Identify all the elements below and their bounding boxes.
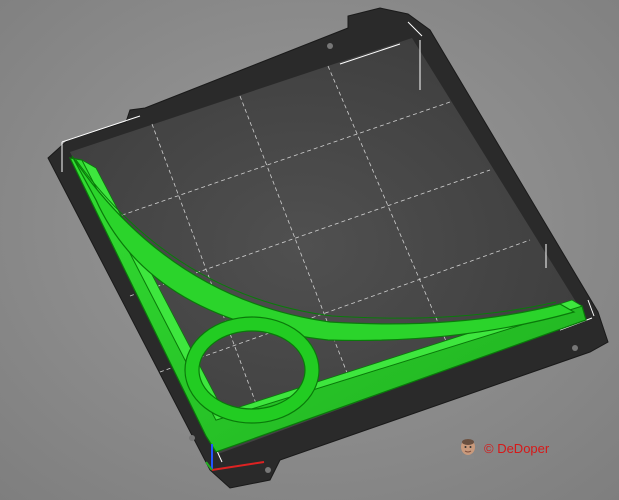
bed-hole: [327, 43, 333, 49]
watermark: © DeDoper: [458, 437, 549, 459]
3d-viewport[interactable]: © DeDoper: [0, 0, 619, 500]
avatar-icon: [461, 439, 475, 459]
watermark-text: © DeDoper: [484, 440, 550, 456]
bed-hole: [189, 435, 195, 441]
bed-hole: [572, 345, 578, 351]
bed-hole: [265, 467, 271, 473]
scene-canvas[interactable]: [0, 0, 619, 500]
